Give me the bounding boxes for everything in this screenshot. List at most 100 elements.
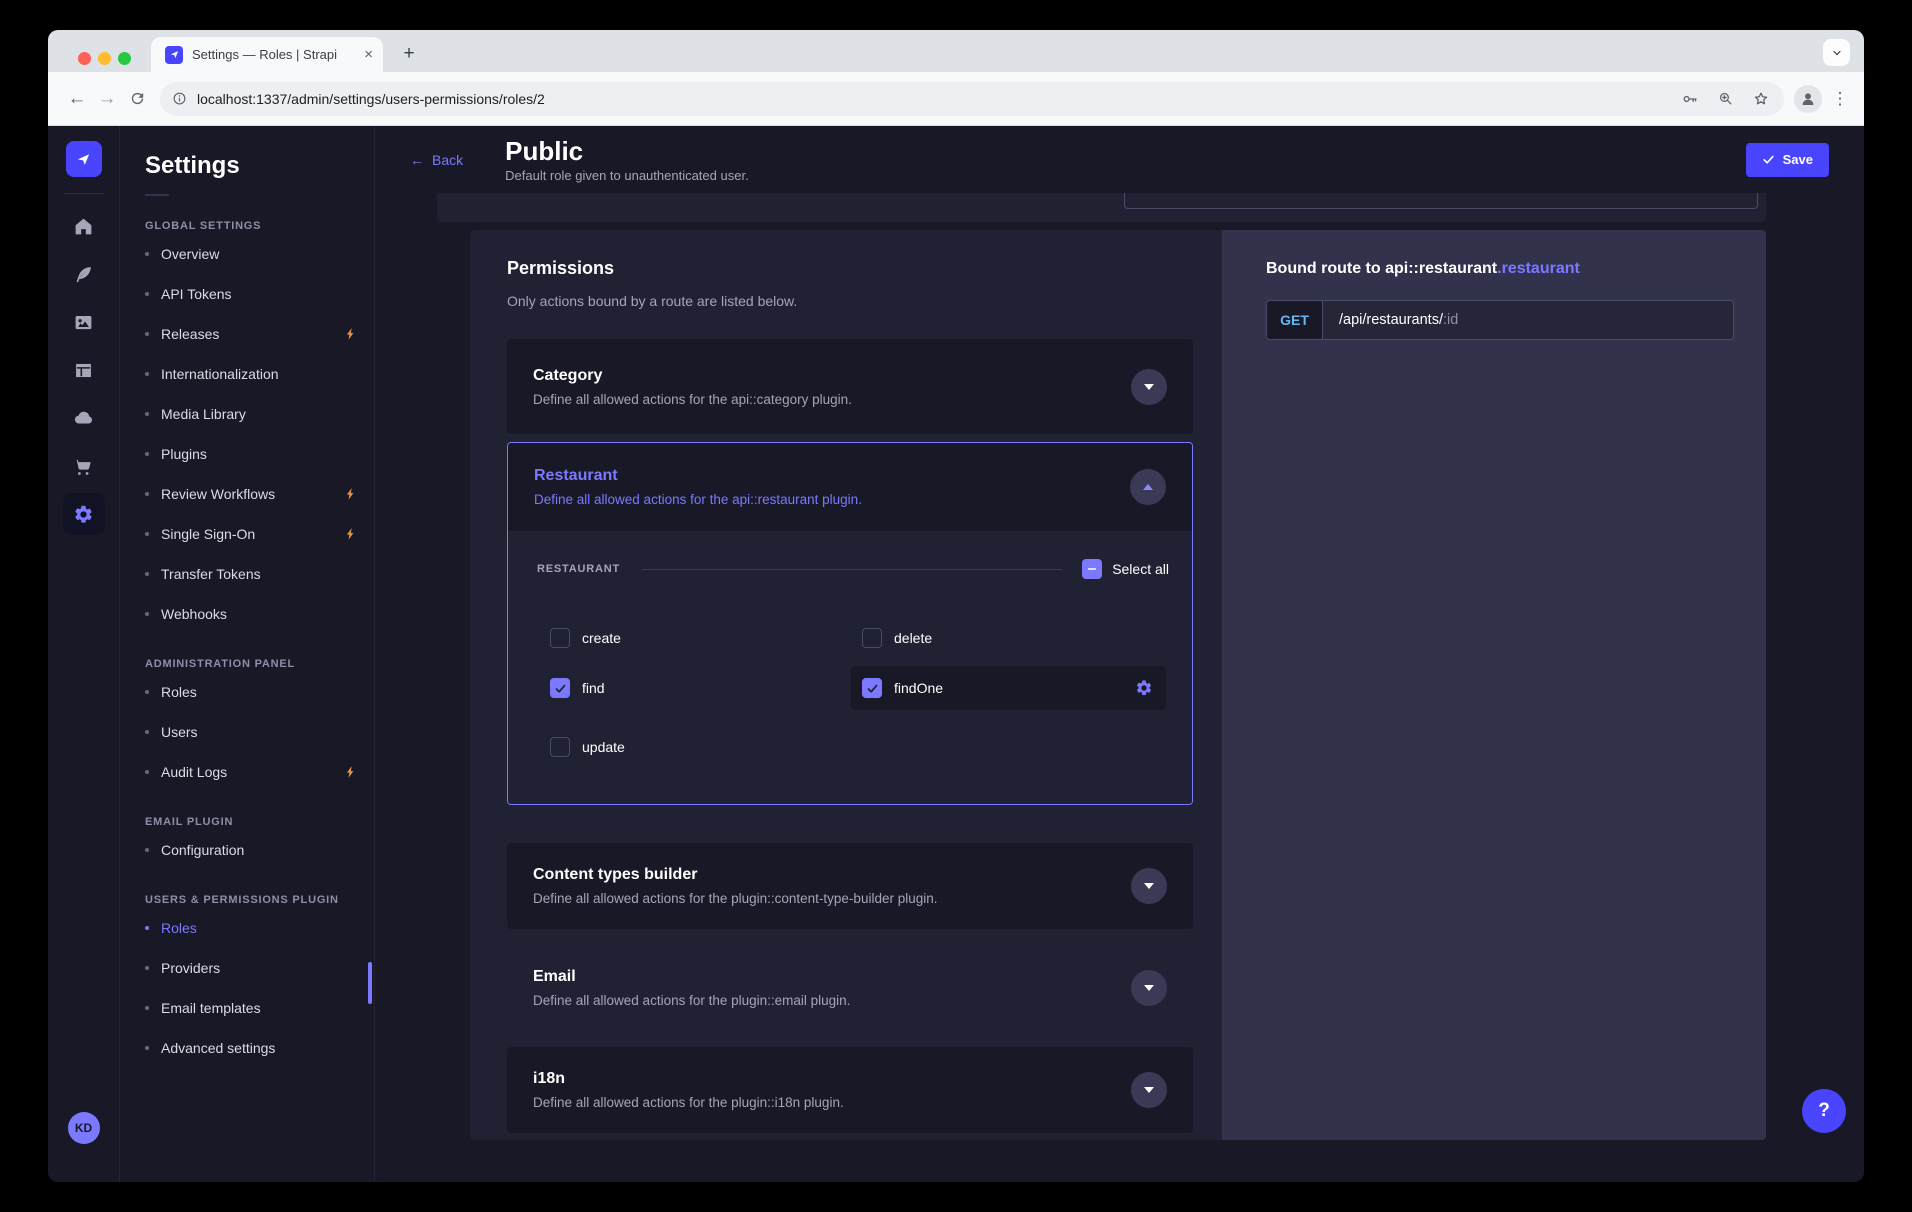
- sidebar-item-up-roles[interactable]: Roles: [145, 908, 374, 948]
- main-area: ← Back Public Default role given to unau…: [375, 126, 1864, 1182]
- findone-settings-gear-icon[interactable]: [1135, 679, 1153, 697]
- select-all-checkbox[interactable]: [1082, 559, 1102, 579]
- sidebar-item-releases[interactable]: Releases: [145, 314, 374, 354]
- subnav-scrollbar-thumb[interactable]: [368, 962, 372, 1004]
- cloud-icon[interactable]: [61, 395, 107, 441]
- settings-gear-icon[interactable]: [63, 493, 105, 535]
- help-button[interactable]: ?: [1802, 1089, 1846, 1133]
- sidebar-item-admin-roles[interactable]: Roles: [145, 672, 374, 712]
- restaurant-group-row: RESTAURANT Select all: [537, 559, 1169, 579]
- sidebar-item-internationalization[interactable]: Internationalization: [145, 354, 374, 394]
- sidebar-item-transfer-tokens[interactable]: Transfer Tokens: [145, 554, 374, 594]
- subnav-title-divider: [145, 194, 169, 196]
- check-icon: [554, 682, 567, 695]
- accordion-email-toggle[interactable]: [1131, 970, 1167, 1006]
- accordion-restaurant-expanded: Restaurant Define all allowed actions fo…: [507, 442, 1193, 805]
- section-label-email-plugin: EMAIL PLUGIN: [145, 816, 374, 830]
- back-link[interactable]: ← Back: [410, 152, 463, 168]
- browser-menu-icon[interactable]: ⋮: [1830, 89, 1850, 109]
- role-field-input-partial[interactable]: [1124, 193, 1758, 209]
- save-button[interactable]: Save: [1746, 143, 1829, 177]
- group-divider: [642, 569, 1062, 570]
- indeterminate-icon: [1086, 563, 1098, 575]
- sidebar-item-single-sign-on[interactable]: Single Sign-On: [145, 514, 374, 554]
- chevron-down-icon: [1144, 1087, 1154, 1093]
- update-checkbox[interactable]: [550, 737, 570, 757]
- sidebar-item-api-tokens[interactable]: API Tokens: [145, 274, 374, 314]
- bookmark-star-icon[interactable]: [1752, 90, 1770, 108]
- route-path: /api/restaurants/:id: [1323, 301, 1733, 339]
- action-findone-selected-row[interactable]: findOne: [851, 666, 1166, 710]
- profile-avatar-icon[interactable]: [1794, 85, 1822, 113]
- traffic-light-zoom[interactable]: [118, 52, 131, 65]
- bullet-dot: [145, 926, 149, 930]
- sidebar-item-audit-logs[interactable]: Audit Logs: [145, 752, 374, 792]
- sidebar-item-webhooks[interactable]: Webhooks: [145, 594, 374, 634]
- accordion-i18n[interactable]: i18n Define all allowed actions for the …: [507, 1047, 1193, 1133]
- find-checkbox[interactable]: [550, 678, 570, 698]
- accordion-i18n-toggle[interactable]: [1131, 1072, 1167, 1108]
- password-key-icon[interactable]: [1681, 90, 1699, 108]
- user-avatar[interactable]: KD: [68, 1112, 100, 1144]
- bullet-dot: [145, 966, 149, 970]
- browser-window: Settings — Roles | Strapi × + ← → localh…: [48, 30, 1864, 1182]
- traffic-light-minimize[interactable]: [98, 52, 111, 65]
- media-library-icon[interactable]: [61, 299, 107, 345]
- zoom-icon[interactable]: [1717, 90, 1734, 107]
- home-icon[interactable]: [61, 203, 107, 249]
- permissions-title: Permissions: [507, 258, 1193, 279]
- bound-route-title: Bound route to api::restaurant.restauran…: [1266, 260, 1766, 278]
- accordion-category[interactable]: Category Define all allowed actions for …: [507, 339, 1193, 434]
- content-type-builder-icon[interactable]: [61, 347, 107, 393]
- sidebar-item-review-workflows[interactable]: Review Workflows: [145, 474, 374, 514]
- page-content: Permissions Only actions bound by a rout…: [375, 193, 1864, 1182]
- traffic-light-close[interactable]: [78, 52, 91, 65]
- sidebar-item-plugins[interactable]: Plugins: [145, 434, 374, 474]
- bullet-dot: [145, 412, 149, 416]
- address-bar[interactable]: localhost:1337/admin/settings/users-perm…: [160, 82, 1784, 116]
- sidebar-item-overview[interactable]: Overview: [145, 234, 374, 274]
- title-block: Public Default role given to unauthentic…: [505, 137, 749, 183]
- accordion-content-types-builder[interactable]: Content types builder Define all allowed…: [507, 843, 1193, 929]
- findone-checkbox[interactable]: [862, 678, 882, 698]
- browser-toolbar: ← → localhost:1337/admin/settings/users-…: [48, 72, 1864, 126]
- reload-icon[interactable]: [122, 84, 152, 114]
- check-icon: [866, 682, 879, 695]
- delete-checkbox[interactable]: [862, 628, 882, 648]
- sidebar-item-email-templates[interactable]: Email templates: [145, 988, 374, 1028]
- section-label-administration-panel: ADMINISTRATION PANEL: [145, 658, 374, 672]
- chevron-down-icon: [1144, 384, 1154, 390]
- url-text[interactable]: localhost:1337/admin/settings/users-perm…: [197, 91, 1663, 107]
- bound-route-accent: .restaurant: [1497, 260, 1580, 277]
- sidebar-item-advanced-settings[interactable]: Advanced settings: [145, 1028, 374, 1068]
- content-manager-feather-icon[interactable]: [61, 251, 107, 297]
- accordion-email[interactable]: Email Define all allowed actions for the…: [507, 945, 1193, 1031]
- browser-tab[interactable]: Settings — Roles | Strapi ×: [151, 37, 383, 72]
- tab-search-chevron-icon[interactable]: [1823, 39, 1850, 66]
- accordion-ctb-toggle[interactable]: [1131, 868, 1167, 904]
- permissions-panel: Permissions Only actions bound by a rout…: [470, 230, 1222, 1140]
- permissions-subtitle: Only actions bound by a route are listed…: [507, 293, 1193, 309]
- marketplace-cart-icon[interactable]: [61, 443, 107, 489]
- lightning-icon: [344, 765, 358, 779]
- forward-icon[interactable]: →: [92, 84, 122, 114]
- accordion-restaurant-toggle[interactable]: [1130, 469, 1166, 505]
- sidebar-item-providers[interactable]: Providers: [145, 948, 374, 988]
- chevron-down-icon: [1144, 985, 1154, 991]
- chevron-down-icon: [1144, 883, 1154, 889]
- sidebar-item-configuration[interactable]: Configuration: [145, 830, 374, 870]
- strapi-logo[interactable]: [66, 141, 102, 177]
- accordion-restaurant-header[interactable]: Restaurant Define all allowed actions fo…: [508, 443, 1192, 531]
- accordion-restaurant-desc: Define all allowed actions for the api::…: [534, 492, 1130, 507]
- bullet-dot: [145, 1046, 149, 1050]
- create-checkbox[interactable]: [550, 628, 570, 648]
- action-delete: delete: [862, 628, 932, 648]
- site-info-icon[interactable]: [172, 91, 187, 106]
- new-tab-button[interactable]: +: [395, 40, 423, 68]
- accordion-category-toggle[interactable]: [1131, 369, 1167, 405]
- back-icon[interactable]: ←: [62, 84, 92, 114]
- sidebar-item-media-library[interactable]: Media Library: [145, 394, 374, 434]
- tab-close-icon[interactable]: ×: [364, 46, 373, 63]
- sidebar-item-admin-users[interactable]: Users: [145, 712, 374, 752]
- bullet-dot: [145, 372, 149, 376]
